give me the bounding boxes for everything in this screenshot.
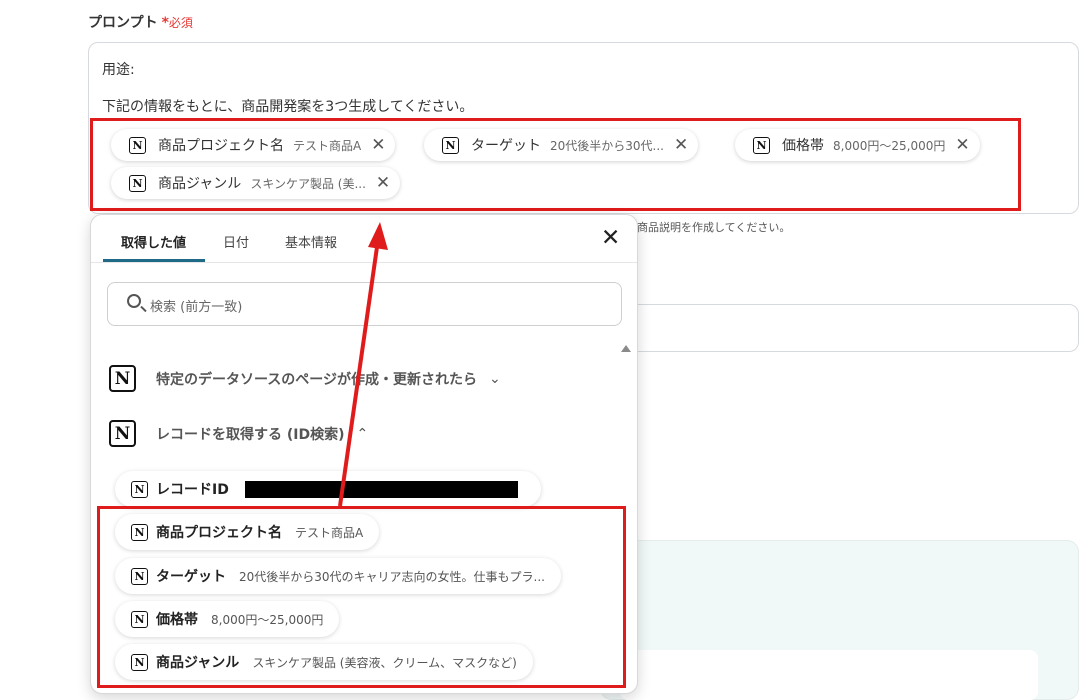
tabs-divider xyxy=(91,262,637,263)
section-title: 特定のデータソースのページが作成・更新されたら xyxy=(156,371,478,388)
close-icon[interactable]: ✕ xyxy=(601,227,620,250)
value-item-target[interactable]: N ターゲット 20代後半から30代のキャリア志向の女性。仕事もプラ... xyxy=(115,558,561,594)
search-icon xyxy=(127,294,141,308)
value-item-genre[interactable]: N 商品ジャンル スキンケア製品 (美容液、クリーム、マスクなど) xyxy=(115,644,533,680)
notion-icon: N xyxy=(109,420,136,447)
chip-value: 20代後半から30代... xyxy=(550,138,664,153)
item-label: ターゲット xyxy=(156,569,226,585)
item-label: 商品プロジェクト名 xyxy=(156,525,282,541)
tab-date[interactable]: 日付 xyxy=(223,232,249,251)
hint-text-fragment: 商品説明を作成してください。 xyxy=(637,221,791,234)
notion-icon: N xyxy=(109,365,136,392)
field-label-text: プロンプト xyxy=(88,15,158,31)
prompt-chip-price-range[interactable]: N 価格帯 8,000円〜25,000円 ✕ xyxy=(735,129,980,161)
chip-value: 8,000円〜25,000円 xyxy=(833,138,946,153)
required-star: * xyxy=(161,15,169,31)
prompt-line-instruction: 下記の情報をもとに、商品開発案を3つ生成してください。 xyxy=(102,99,474,115)
notion-icon: N xyxy=(131,523,148,541)
notion-icon: N xyxy=(131,653,148,671)
background-input xyxy=(600,304,1079,352)
close-icon[interactable]: ✕ xyxy=(376,173,390,193)
prompt-chip-project-name[interactable]: N 商品プロジェクト名 テスト商品A ✕ xyxy=(111,129,396,161)
tab-retrieved-values[interactable]: 取得した値 xyxy=(121,232,186,251)
chip-label: 商品プロジェクト名 xyxy=(158,138,284,154)
value-item-record-id[interactable]: N レコードID xyxy=(115,471,541,507)
notion-icon: N xyxy=(442,136,459,154)
prompt-line-purpose: 用途: xyxy=(102,62,135,78)
close-icon[interactable]: ✕ xyxy=(955,135,969,155)
item-value: スキンケア製品 (美容液、クリーム、マスクなど) xyxy=(252,655,517,670)
notion-icon: N xyxy=(131,567,148,585)
item-label: 商品ジャンル xyxy=(156,655,240,671)
redacted-value xyxy=(244,480,518,498)
notion-icon: N xyxy=(129,174,146,192)
background-panel-inner xyxy=(620,650,1038,700)
notion-icon: N xyxy=(131,480,148,498)
item-label: 価格帯 xyxy=(156,612,198,628)
chevron-up-icon: ⌃ xyxy=(356,425,369,442)
chip-value: スキンケア製品 (美... xyxy=(250,176,366,191)
tab-basic-info[interactable]: 基本情報 xyxy=(285,232,337,251)
item-value: 20代後半から30代のキャリア志向の女性。仕事もプラ... xyxy=(239,569,545,584)
chip-label: 商品ジャンル xyxy=(158,176,242,192)
scroll-up-icon[interactable] xyxy=(621,345,631,352)
chip-label: ターゲット xyxy=(471,138,541,154)
prompt-field-label: プロンプト *必須 xyxy=(88,12,193,32)
value-item-price-range[interactable]: N 価格帯 8,000円〜25,000円 xyxy=(115,601,340,637)
search-placeholder: 検索 (前方一致) xyxy=(150,300,243,315)
section-trigger-page-created[interactable]: N 特定のデータソースのページが作成・更新されたら ⌄ xyxy=(109,365,501,392)
notion-icon: N xyxy=(129,136,146,154)
close-icon[interactable]: ✕ xyxy=(674,135,688,155)
chip-label: 価格帯 xyxy=(782,138,824,154)
value-picker-popup: 取得した値 日付 基本情報 ✕ 検索 (前方一致) N 特定のデータソースのペー… xyxy=(90,214,638,694)
section-title: レコードを取得する (ID検索) xyxy=(156,426,345,443)
notion-icon: N xyxy=(753,136,770,154)
prompt-chip-genre[interactable]: N 商品ジャンル スキンケア製品 (美... ✕ xyxy=(111,167,401,199)
item-value: 8,000円〜25,000円 xyxy=(211,612,324,627)
notion-icon: N xyxy=(131,610,148,628)
close-icon[interactable]: ✕ xyxy=(371,135,385,155)
required-text: 必須 xyxy=(168,16,193,30)
search-input[interactable]: 検索 (前方一致) xyxy=(107,282,622,326)
prompt-chip-target[interactable]: N ターゲット 20代後半から30代... ✕ xyxy=(424,129,699,161)
chip-value: テスト商品A xyxy=(293,138,362,153)
value-item-project-name[interactable]: N 商品プロジェクト名 テスト商品A xyxy=(115,514,380,550)
item-value: テスト商品A xyxy=(295,525,364,540)
section-get-record[interactable]: N レコードを取得する (ID検索) ⌃ xyxy=(109,420,368,447)
item-label: レコードID xyxy=(156,482,229,498)
chevron-down-icon: ⌄ xyxy=(489,370,501,387)
